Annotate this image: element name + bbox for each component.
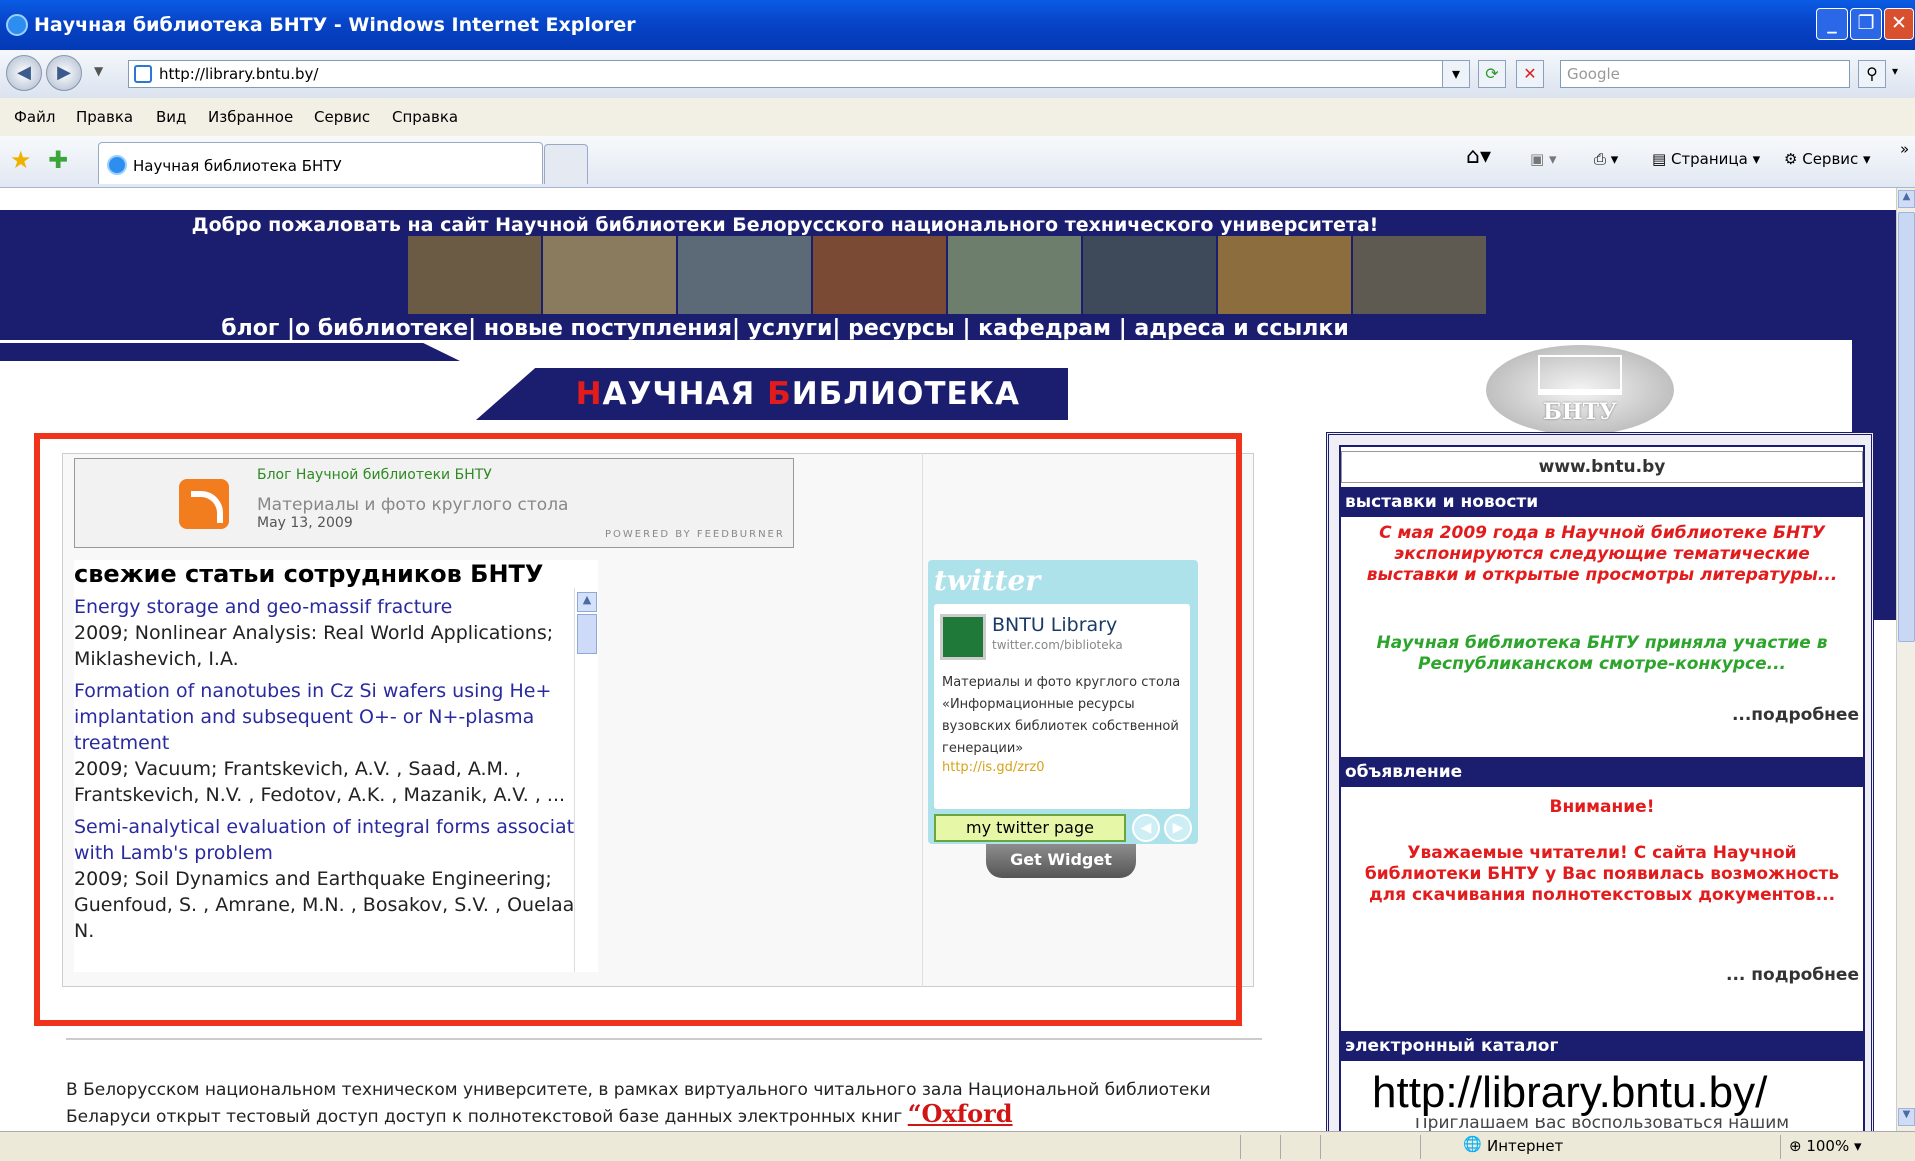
title-bar: Научная библиотека БНТУ - Windows Intern… [0, 0, 1915, 50]
announcement-body: В Белорусском национальном техническом у… [66, 1080, 1211, 1127]
menu-file[interactable]: Файл [14, 108, 55, 126]
photo-image [1353, 236, 1486, 314]
banner-letter: Б [767, 376, 792, 412]
announcement-text: В Белорусском национальном техническом у… [66, 1078, 1286, 1129]
tools-menu[interactable]: ⚙ Сервис ▾ [1784, 150, 1871, 168]
minimize-button[interactable]: _ [1816, 8, 1848, 40]
divider [66, 1038, 1262, 1040]
status-bar: 🌐 Интернет ⊕ 100% ▾ [0, 1131, 1915, 1161]
photo-image [813, 236, 946, 314]
header-stripe [0, 343, 460, 361]
photo-image [678, 236, 811, 314]
page-menu-label: Страница [1670, 150, 1748, 168]
zone-cell: 🌐 Интернет [1420, 1135, 1780, 1159]
menu-favorites[interactable]: Избранное [208, 108, 293, 126]
banner-word: АУЧНАЯ [602, 376, 768, 412]
url-field[interactable]: http://library.bntu.by/ [128, 60, 1468, 88]
tools-menu-label: Сервис [1802, 150, 1859, 168]
welcome-text: Добро пожаловать на сайт Научной библиот… [191, 214, 1379, 236]
tab-ie-icon [107, 155, 127, 175]
catalog-heading: электронный каталог [1341, 1031, 1863, 1061]
menu-edit[interactable]: Правка [76, 108, 133, 126]
search-input[interactable]: Google [1560, 60, 1850, 88]
search-icon[interactable]: ⚲ [1858, 60, 1886, 88]
oxford-link[interactable]: “Oxford [908, 1099, 1013, 1128]
announcement-heading: объявление [1341, 757, 1863, 787]
photo-image [408, 236, 541, 314]
announcement-item[interactable]: Уважаемые читатели! С сайта Научной библ… [1341, 843, 1863, 906]
ie-logo-icon [6, 14, 28, 36]
page-content: Добро пожаловать на сайт Научной библиот… [0, 188, 1896, 1131]
menu-tools[interactable]: Сервис [314, 108, 370, 126]
url-dropdown-icon[interactable]: ▾ [1442, 60, 1470, 88]
refresh-icon[interactable]: ⟳ [1478, 60, 1506, 88]
menu-view[interactable]: Вид [156, 108, 186, 126]
home-icon[interactable]: ⌂▾ [1466, 144, 1491, 169]
close-button[interactable]: ✕ [1884, 8, 1914, 40]
photo-image [1083, 236, 1216, 314]
highlight-frame [34, 433, 1242, 1026]
page-scrollbar[interactable]: ▲ ▼ [1896, 188, 1915, 1131]
photo-image [543, 236, 676, 314]
search-options-icon[interactable]: ▾ [1892, 64, 1898, 78]
zone-label: Интернет [1487, 1137, 1564, 1155]
site-header: Добро пожаловать на сайт Научной библиот… [0, 210, 1896, 341]
bntu-logo[interactable]: БНТУ [1486, 345, 1674, 435]
more-link[interactable]: ... подробнее [1726, 965, 1859, 985]
forward-button[interactable]: ▶ [46, 55, 82, 91]
status-cell [1240, 1135, 1280, 1159]
tab-label: Научная библиотека БНТУ [133, 157, 342, 175]
new-tab-button[interactable] [544, 144, 588, 184]
attention-label: Внимание! [1549, 797, 1655, 817]
site-link[interactable]: www.bntu.by [1341, 451, 1863, 483]
overlay-url-caption: http://library.bntu.by/ [1372, 1068, 1768, 1118]
photo-image [948, 236, 1081, 314]
menu-bar: Файл Правка Вид Избранное Сервис Справка [0, 98, 1915, 136]
banner-word: ИБЛИОТЕКА [791, 376, 1020, 412]
address-bar: ◀ ▶ ▼ http://library.bntu.by/ ▾ ⟳ ✕ Goog… [0, 50, 1915, 98]
photo-strip [408, 236, 1486, 314]
tab-current[interactable]: Научная библиотека БНТУ [98, 142, 543, 184]
photo-image [1218, 236, 1351, 314]
globe-icon: 🌐 [1463, 1135, 1482, 1153]
scroll-up-icon[interactable]: ▲ [1898, 190, 1915, 208]
status-cell [1280, 1135, 1320, 1159]
library-banner: НАУЧНАЯ БИБЛИОТЕКА [476, 368, 1068, 420]
back-button[interactable]: ◀ [6, 55, 42, 91]
news-heading: выставки и новости [1341, 487, 1863, 517]
banner-letter: Н [575, 376, 603, 412]
chevron-icon[interactable]: » [1900, 140, 1909, 158]
status-cell [1320, 1135, 1360, 1159]
page-menu[interactable]: ▤ Страница ▾ [1652, 150, 1760, 168]
zoom-level: 100% [1806, 1137, 1850, 1155]
sidebar: www.bntu.by выставки и новости С мая 200… [1326, 432, 1874, 1131]
feeds-icon[interactable]: ▣ ▾ [1530, 150, 1556, 168]
restore-button[interactable]: ❐ [1850, 8, 1882, 40]
favorites-bar: ★ ✚ Научная библиотека БНТУ ⌂▾ ▣ ▾ ⎙ ▾ ▤… [0, 136, 1915, 188]
page-icon [134, 65, 152, 83]
scroll-thumb[interactable] [1898, 212, 1915, 642]
more-link[interactable]: ...подробнее [1732, 705, 1859, 725]
add-favorite-icon[interactable]: ✚ [48, 146, 68, 174]
news-item[interactable]: С мая 2009 года в Научной библиотеке БНТ… [1341, 523, 1863, 586]
menu-help[interactable]: Справка [392, 108, 458, 126]
building-icon [1538, 355, 1622, 395]
zoom-control[interactable]: ⊕ 100% ▾ [1780, 1135, 1915, 1159]
news-item[interactable]: Научная библиотека БНТУ приняла участие … [1341, 633, 1863, 675]
scroll-down-icon[interactable]: ▼ [1898, 1108, 1915, 1126]
print-icon[interactable]: ⎙ ▾ [1594, 150, 1618, 168]
url-text: http://library.bntu.by/ [159, 65, 319, 83]
site-nav-links[interactable]: блог |о библиотеке| новые поступления| у… [0, 316, 1570, 341]
stop-icon[interactable]: ✕ [1516, 60, 1544, 88]
history-dropdown-icon[interactable]: ▼ [94, 64, 103, 78]
sidebar-inner: www.bntu.by выставки и новости С мая 200… [1339, 445, 1865, 1131]
window-title: Научная библиотека БНТУ - Windows Intern… [34, 14, 636, 36]
logo-text: БНТУ [1543, 399, 1617, 425]
favorites-star-icon[interactable]: ★ [10, 146, 32, 174]
